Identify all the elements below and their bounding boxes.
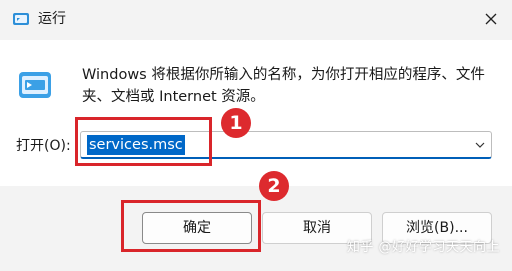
run-icon bbox=[13, 13, 29, 25]
run-program-icon bbox=[19, 72, 51, 98]
open-label: 打开(O): bbox=[16, 138, 71, 154]
close-icon[interactable] bbox=[480, 8, 502, 30]
watermark: 知乎 @好好学习天天向上 bbox=[346, 240, 500, 255]
window-title: 运行 bbox=[38, 11, 66, 27]
dialog-description: Windows 将根据你所输入的名称，为你打开相应的程序、文件夹、文档或 Int… bbox=[82, 67, 485, 105]
step2-badge: 2 bbox=[259, 171, 289, 201]
step1-badge: 1 bbox=[221, 108, 251, 138]
title-bar: 运行 bbox=[0, 0, 512, 40]
chevron-down-icon[interactable] bbox=[473, 138, 487, 152]
step1-highlight-box bbox=[75, 117, 212, 166]
step2-highlight-box bbox=[121, 200, 261, 252]
